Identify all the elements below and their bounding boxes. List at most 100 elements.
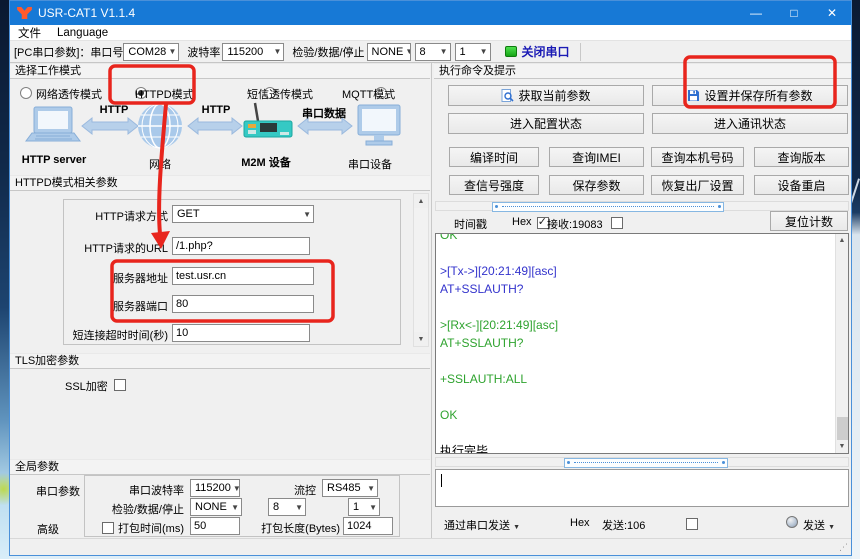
short-conn-timeout-input[interactable] xyxy=(172,324,310,342)
hscroll-thumb[interactable] xyxy=(492,202,724,212)
http-method-select[interactable]: GET▼ xyxy=(172,205,314,223)
parity-label: 检验/数据/停止 xyxy=(292,44,364,60)
search-doc-icon xyxy=(501,89,514,102)
query-imei-button[interactable]: 查询IMEI xyxy=(549,147,644,167)
menu-bar: 文件 Language xyxy=(10,25,851,41)
radio-mqtt-mode-label[interactable]: MQTT模式 xyxy=(342,86,395,102)
log-line: AT+SSLAUTH? xyxy=(440,334,848,352)
get-params-button[interactable]: 获取当前参数 xyxy=(448,85,644,106)
link-label-serial-data: 串口数据 xyxy=(294,105,354,121)
sent-count-label: 发送:106 xyxy=(602,517,645,533)
chevron-down-icon: ▼ xyxy=(440,47,448,56)
node-label-network: 网络 xyxy=(140,156,180,172)
resize-grip[interactable]: ⋰ xyxy=(839,542,848,553)
chevron-down-icon: ▼ xyxy=(231,503,239,512)
menu-language[interactable]: Language xyxy=(49,27,116,39)
command-panel-header: 执行命令及提示 xyxy=(434,63,851,79)
save-all-params-button[interactable]: 设置并保存所有参数 xyxy=(652,85,848,106)
g-databits-select[interactable]: 8▼ xyxy=(268,498,306,516)
send-input[interactable] xyxy=(435,469,849,507)
log-hscrollbar-bottom[interactable] xyxy=(435,457,849,467)
g-baud-select[interactable]: 115200▼ xyxy=(190,479,240,497)
reboot-button[interactable]: 设备重启 xyxy=(754,175,849,195)
http-url-label: HTTP请求的URL xyxy=(40,240,168,256)
chevron-down-icon: ▼ xyxy=(405,47,410,56)
node-label-serial-device: 串口设备 xyxy=(342,156,398,172)
factory-reset-button[interactable]: 恢复出厂设置 xyxy=(651,175,744,195)
send-icon xyxy=(786,516,798,528)
send-button[interactable]: 发送 ▼ xyxy=(803,517,835,533)
scroll-up-icon[interactable]: ▲ xyxy=(836,234,848,247)
desktop-wallpaper-left xyxy=(0,0,9,559)
send-via-serial-dropdown[interactable]: 通过串口发送 ▼ xyxy=(444,517,520,533)
node-label-http-server: HTTP server xyxy=(14,154,94,166)
save-params-button[interactable]: 保存参数 xyxy=(549,175,644,195)
close-port-button[interactable]: 关闭串口 xyxy=(522,43,570,60)
g-stopbits-select[interactable]: 1▼ xyxy=(348,498,380,516)
radio-httpd-mode-label[interactable]: HTTPD模式 xyxy=(135,86,194,102)
baud-select[interactable]: 115200▼ xyxy=(222,43,284,61)
toolbar-divider xyxy=(580,43,581,61)
chevron-down-icon: ▼ xyxy=(168,47,176,56)
port-status-led-icon xyxy=(505,46,517,57)
radio-sms-transparent-label[interactable]: 短信透传模式 xyxy=(247,86,313,102)
com-port-select[interactable]: COM28▼ xyxy=(123,43,179,61)
log-vscrollbar[interactable]: ▲ ▼ xyxy=(835,234,848,453)
query-number-button[interactable]: 查询本机号码 xyxy=(651,147,744,167)
global-params-header: 全局参数 xyxy=(10,459,430,475)
send-hex-checkbox-label[interactable]: Hex xyxy=(570,517,590,529)
receive-log-area[interactable]: OK >[Tx->][20:21:49][asc] AT+SSLAUTH? >[… xyxy=(435,233,849,454)
advanced-checkbox[interactable] xyxy=(102,522,114,534)
chevron-down-icon: ▼ xyxy=(295,503,303,512)
log-hscrollbar-top[interactable] xyxy=(435,201,849,211)
chevron-down-icon: ▼ xyxy=(480,47,488,56)
baud-label: 波特率 xyxy=(187,44,220,60)
query-version-button[interactable]: 查询版本 xyxy=(754,147,849,167)
panel-splitter[interactable] xyxy=(431,63,432,538)
pack-length-label: 打包长度(Bytes) xyxy=(250,520,340,536)
pack-time-input[interactable] xyxy=(190,517,240,535)
radio-net-transparent-label[interactable]: 网络透传模式 xyxy=(36,86,102,102)
databits-select[interactable]: 8▼ xyxy=(415,43,451,61)
httpd-params-scrollbar[interactable]: ▲ ▼ xyxy=(413,193,429,347)
log-line: 执行完毕 xyxy=(440,442,848,454)
signal-strength-button[interactable]: 查信号强度 xyxy=(449,175,539,195)
enter-comm-button[interactable]: 进入通讯状态 xyxy=(652,113,848,134)
link-label-http-2: HTTP xyxy=(190,104,242,116)
enter-config-button[interactable]: 进入配置状态 xyxy=(448,113,644,134)
http-url-input[interactable] xyxy=(172,237,310,255)
radio-net-transparent[interactable] xyxy=(20,87,32,99)
ssl-checkbox[interactable] xyxy=(114,379,126,391)
close-button[interactable]: ✕ xyxy=(813,1,851,25)
scroll-down-icon[interactable]: ▼ xyxy=(836,440,848,453)
hscroll-thumb[interactable] xyxy=(564,458,728,468)
server-address-input[interactable] xyxy=(172,267,314,285)
compile-time-button[interactable]: 编译时间 xyxy=(449,147,539,167)
maximize-button[interactable]: □ xyxy=(775,1,813,25)
scroll-up-icon[interactable]: ▲ xyxy=(414,194,428,208)
menu-file[interactable]: 文件 xyxy=(10,25,49,41)
log-line xyxy=(440,244,848,262)
ssl-checkbox-label[interactable]: SSL加密 xyxy=(65,378,108,394)
chevron-down-icon: ▼ xyxy=(367,484,375,493)
recv-hex-checkbox-label[interactable]: Hex xyxy=(512,216,532,228)
pack-length-input[interactable] xyxy=(343,517,393,535)
advanced-checkbox-label[interactable]: 高级 xyxy=(37,521,59,537)
send-hex-checkbox[interactable] xyxy=(686,518,698,530)
g-parity-select[interactable]: NONE▼ xyxy=(190,498,242,516)
desktop-wallpaper-right xyxy=(852,0,860,559)
server-port-input[interactable] xyxy=(172,295,314,313)
serial-group-label: 串口参数 xyxy=(36,483,80,499)
scroll-thumb[interactable] xyxy=(837,417,848,442)
recv-hex-checkbox[interactable] xyxy=(611,217,623,229)
pc-serial-label: [PC串口参数]：串口号 xyxy=(14,44,123,60)
reset-count-button[interactable]: 复位计数 xyxy=(770,211,848,231)
log-line xyxy=(440,298,848,316)
status-bar: ⋰ xyxy=(10,538,851,555)
parity-select[interactable]: NONE▼ xyxy=(367,43,411,61)
g-flow-select[interactable]: RS485▼ xyxy=(322,479,378,497)
scroll-down-icon[interactable]: ▼ xyxy=(414,332,428,346)
timestamp-checkbox-label[interactable]: 时间戳 xyxy=(454,216,487,232)
minimize-button[interactable]: — xyxy=(737,1,775,25)
stopbits-select[interactable]: 1▼ xyxy=(455,43,491,61)
